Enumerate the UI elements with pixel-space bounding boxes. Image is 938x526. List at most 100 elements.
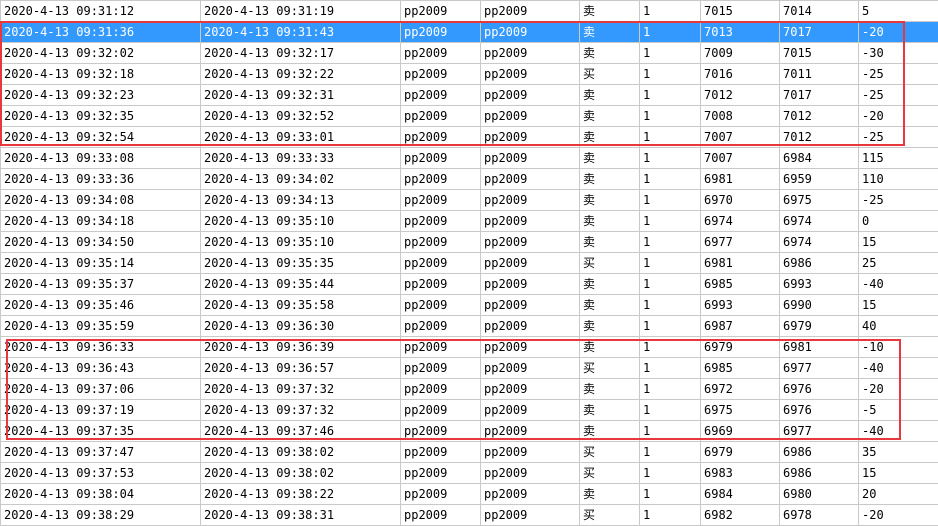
table-row[interactable]: 2020-4-13 09:33:362020-4-13 09:34:02pp20…: [1, 169, 938, 190]
direction-cell[interactable]: 卖: [580, 274, 640, 295]
profit-cell[interactable]: -20: [859, 379, 938, 400]
open-time-cell[interactable]: 2020-4-13 09:34:18: [1, 211, 201, 232]
open-time-cell[interactable]: 2020-4-13 09:35:59: [1, 316, 201, 337]
contract-cell[interactable]: pp2009: [401, 421, 481, 442]
open-time-cell[interactable]: 2020-4-13 09:32:23: [1, 85, 201, 106]
close-price-cell[interactable]: 7011: [780, 64, 859, 85]
open-price-cell[interactable]: 6979: [701, 337, 780, 358]
close-price-cell[interactable]: 6993: [780, 274, 859, 295]
table-row[interactable]: 2020-4-13 09:35:462020-4-13 09:35:58pp20…: [1, 295, 938, 316]
contract-cell-2[interactable]: pp2009: [481, 421, 580, 442]
contract-cell-2[interactable]: pp2009: [481, 169, 580, 190]
contract-cell[interactable]: pp2009: [401, 379, 481, 400]
contract-cell-2[interactable]: pp2009: [481, 337, 580, 358]
table-row[interactable]: 2020-4-13 09:34:502020-4-13 09:35:10pp20…: [1, 232, 938, 253]
close-price-cell[interactable]: 7015: [780, 43, 859, 64]
table-row[interactable]: 2020-4-13 09:32:022020-4-13 09:32:17pp20…: [1, 43, 938, 64]
table-row[interactable]: 2020-4-13 09:31:362020-4-13 09:31:43pp20…: [1, 22, 938, 43]
profit-cell[interactable]: -40: [859, 274, 938, 295]
close-time-cell[interactable]: 2020-4-13 09:36:57: [201, 358, 401, 379]
table-row[interactable]: 2020-4-13 09:37:352020-4-13 09:37:46pp20…: [1, 421, 938, 442]
direction-cell[interactable]: 卖: [580, 379, 640, 400]
contract-cell[interactable]: pp2009: [401, 106, 481, 127]
table-row[interactable]: 2020-4-13 09:32:542020-4-13 09:33:01pp20…: [1, 127, 938, 148]
open-price-cell[interactable]: 6969: [701, 421, 780, 442]
table-row[interactable]: 2020-4-13 09:36:332020-4-13 09:36:39pp20…: [1, 337, 938, 358]
close-time-cell[interactable]: 2020-4-13 09:32:31: [201, 85, 401, 106]
direction-cell[interactable]: 买: [580, 358, 640, 379]
open-price-cell[interactable]: 6993: [701, 295, 780, 316]
lots-cell[interactable]: 1: [640, 400, 701, 421]
close-time-cell[interactable]: 2020-4-13 09:33:33: [201, 148, 401, 169]
close-time-cell[interactable]: 2020-4-13 09:34:02: [201, 169, 401, 190]
table-row[interactable]: 2020-4-13 09:32:352020-4-13 09:32:52pp20…: [1, 106, 938, 127]
profit-cell[interactable]: 115: [859, 148, 938, 169]
contract-cell-2[interactable]: pp2009: [481, 253, 580, 274]
lots-cell[interactable]: 1: [640, 358, 701, 379]
contract-cell-2[interactable]: pp2009: [481, 22, 580, 43]
contract-cell[interactable]: pp2009: [401, 190, 481, 211]
profit-cell[interactable]: 0: [859, 211, 938, 232]
open-time-cell[interactable]: 2020-4-13 09:31:36: [1, 22, 201, 43]
close-price-cell[interactable]: 6976: [780, 400, 859, 421]
contract-cell-2[interactable]: pp2009: [481, 295, 580, 316]
open-time-cell[interactable]: 2020-4-13 09:32:18: [1, 64, 201, 85]
close-time-cell[interactable]: 2020-4-13 09:38:31: [201, 505, 401, 526]
contract-cell[interactable]: pp2009: [401, 127, 481, 148]
profit-cell[interactable]: -25: [859, 190, 938, 211]
direction-cell[interactable]: 卖: [580, 85, 640, 106]
contract-cell-2[interactable]: pp2009: [481, 400, 580, 421]
contract-cell-2[interactable]: pp2009: [481, 505, 580, 526]
open-time-cell[interactable]: 2020-4-13 09:34:08: [1, 190, 201, 211]
table-row[interactable]: 2020-4-13 09:35:142020-4-13 09:35:35pp20…: [1, 253, 938, 274]
close-time-cell[interactable]: 2020-4-13 09:35:44: [201, 274, 401, 295]
profit-cell[interactable]: 15: [859, 295, 938, 316]
lots-cell[interactable]: 1: [640, 211, 701, 232]
contract-cell-2[interactable]: pp2009: [481, 64, 580, 85]
contract-cell[interactable]: pp2009: [401, 232, 481, 253]
open-time-cell[interactable]: 2020-4-13 09:37:19: [1, 400, 201, 421]
contract-cell-2[interactable]: pp2009: [481, 358, 580, 379]
open-price-cell[interactable]: 7007: [701, 148, 780, 169]
lots-cell[interactable]: 1: [640, 148, 701, 169]
close-price-cell[interactable]: 6986: [780, 442, 859, 463]
open-time-cell[interactable]: 2020-4-13 09:33:08: [1, 148, 201, 169]
close-time-cell[interactable]: 2020-4-13 09:36:30: [201, 316, 401, 337]
contract-cell[interactable]: pp2009: [401, 85, 481, 106]
profit-cell[interactable]: 35: [859, 442, 938, 463]
direction-cell[interactable]: 卖: [580, 295, 640, 316]
open-price-cell[interactable]: 7009: [701, 43, 780, 64]
contract-cell-2[interactable]: pp2009: [481, 1, 580, 22]
table-row[interactable]: 2020-4-13 09:34:082020-4-13 09:34:13pp20…: [1, 190, 938, 211]
close-price-cell[interactable]: 6984: [780, 148, 859, 169]
profit-cell[interactable]: -20: [859, 106, 938, 127]
lots-cell[interactable]: 1: [640, 253, 701, 274]
table-row[interactable]: 2020-4-13 09:37:472020-4-13 09:38:02pp20…: [1, 442, 938, 463]
direction-cell[interactable]: 卖: [580, 43, 640, 64]
profit-cell[interactable]: 15: [859, 232, 938, 253]
close-price-cell[interactable]: 6977: [780, 358, 859, 379]
profit-cell[interactable]: -40: [859, 358, 938, 379]
lots-cell[interactable]: 1: [640, 85, 701, 106]
open-price-cell[interactable]: 6970: [701, 190, 780, 211]
direction-cell[interactable]: 买: [580, 64, 640, 85]
open-price-cell[interactable]: 6981: [701, 169, 780, 190]
direction-cell[interactable]: 卖: [580, 127, 640, 148]
profit-cell[interactable]: 15: [859, 463, 938, 484]
open-time-cell[interactable]: 2020-4-13 09:36:43: [1, 358, 201, 379]
table-row[interactable]: 2020-4-13 09:35:372020-4-13 09:35:44pp20…: [1, 274, 938, 295]
profit-cell[interactable]: 20: [859, 484, 938, 505]
close-time-cell[interactable]: 2020-4-13 09:38:02: [201, 463, 401, 484]
table-row[interactable]: 2020-4-13 09:38:042020-4-13 09:38:22pp20…: [1, 484, 938, 505]
contract-cell[interactable]: pp2009: [401, 358, 481, 379]
open-time-cell[interactable]: 2020-4-13 09:37:47: [1, 442, 201, 463]
table-row[interactable]: 2020-4-13 09:33:082020-4-13 09:33:33pp20…: [1, 148, 938, 169]
open-price-cell[interactable]: 6983: [701, 463, 780, 484]
close-price-cell[interactable]: 6980: [780, 484, 859, 505]
table-row[interactable]: 2020-4-13 09:37:062020-4-13 09:37:32pp20…: [1, 379, 938, 400]
close-price-cell[interactable]: 6975: [780, 190, 859, 211]
open-time-cell[interactable]: 2020-4-13 09:31:12: [1, 1, 201, 22]
direction-cell[interactable]: 卖: [580, 484, 640, 505]
close-time-cell[interactable]: 2020-4-13 09:35:58: [201, 295, 401, 316]
close-time-cell[interactable]: 2020-4-13 09:34:13: [201, 190, 401, 211]
